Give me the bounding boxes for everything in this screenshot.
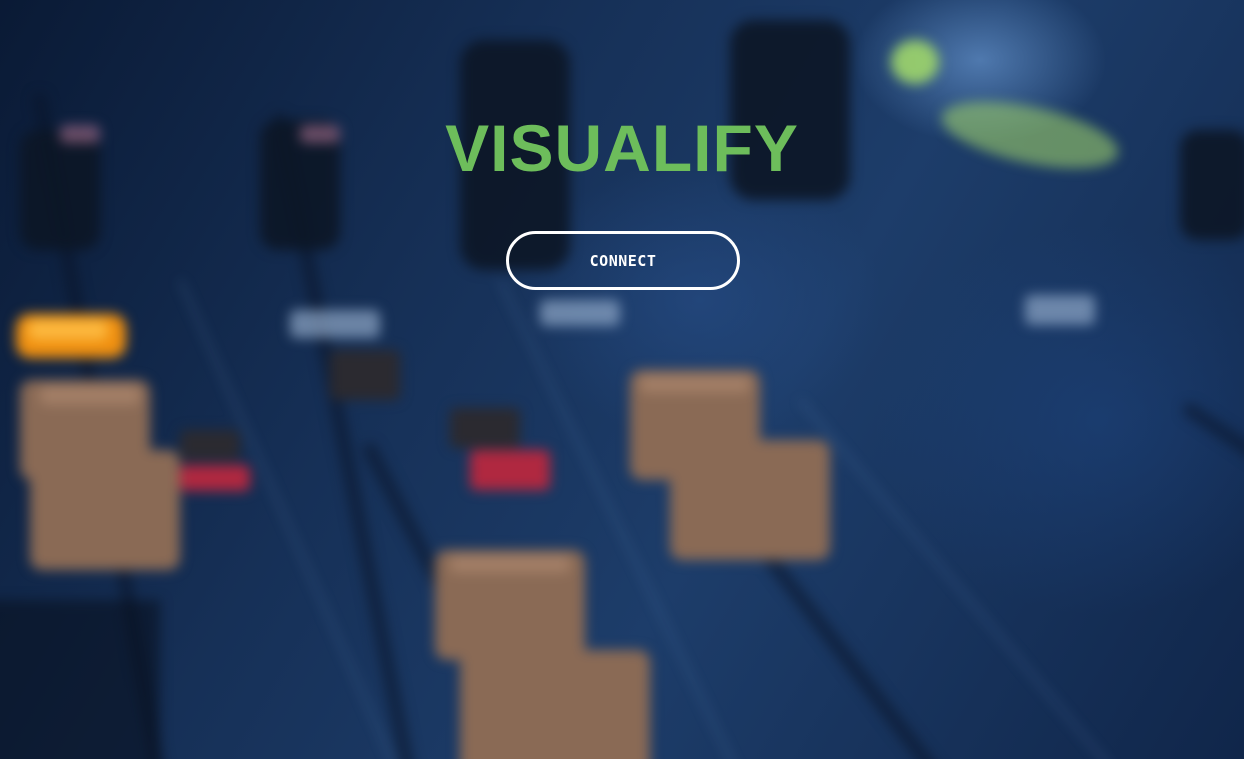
- app-background: VISUALIFY CONNECT: [0, 0, 1244, 759]
- connect-button[interactable]: CONNECT: [506, 231, 740, 290]
- landing-content: VISUALIFY CONNECT: [0, 0, 1244, 759]
- connect-button-label: CONNECT: [589, 251, 657, 270]
- app-title: VISUALIFY: [445, 111, 799, 185]
